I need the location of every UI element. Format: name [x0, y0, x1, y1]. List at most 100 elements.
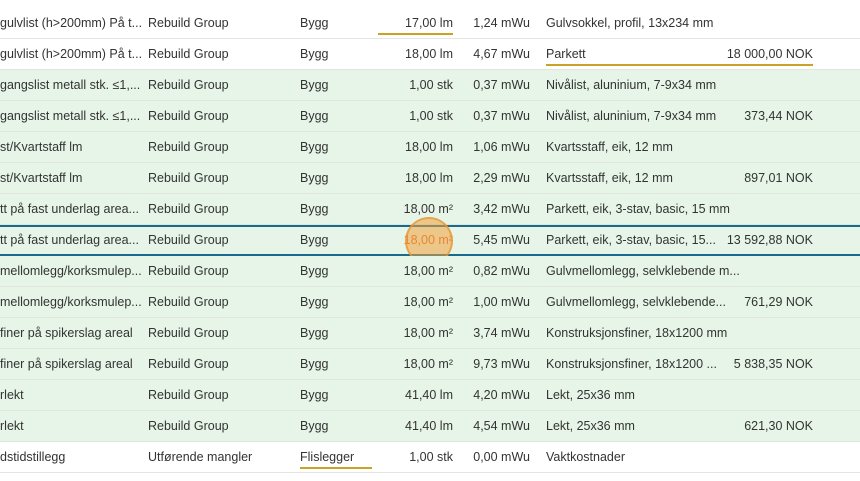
quantity-cell[interactable]: 18,00 lm	[378, 39, 453, 69]
trade-cell[interactable]: Bygg	[300, 8, 380, 38]
table-row[interactable]: dstidstillegg Utførende mangler Flislegger…	[0, 442, 860, 473]
trade-cell[interactable]: Bygg	[300, 163, 380, 193]
table-row[interactable]: gangslist metall stk. ≤1,... Rebuild Grou…	[0, 101, 860, 132]
mwu-cell[interactable]: 2,29 mWu	[458, 163, 530, 193]
supplier-cell[interactable]: Rebuild Group	[148, 70, 293, 100]
table-row-selected[interactable]: tt på fast underlag area... Rebuild Group…	[0, 217, 860, 265]
supplier-cell[interactable]: Rebuild Group	[148, 380, 293, 410]
quantity-cell[interactable]: 18,00 m²	[378, 287, 453, 317]
product-cell[interactable]: Nivålist, aluninium, 7-9x34 mm	[546, 70, 741, 100]
trade-cell[interactable]: Bygg	[300, 318, 380, 348]
price-cell[interactable]: 5 838,35 NOK	[715, 349, 813, 379]
mwu-cell[interactable]: 4,67 mWu	[458, 39, 530, 69]
price-cell[interactable]: 897,01 NOK	[715, 163, 813, 193]
trade-cell[interactable]: Bygg	[300, 101, 380, 131]
quantity-cell[interactable]: 18,00 lm	[378, 163, 453, 193]
product-cell[interactable]: Konstruksjonsfiner, 18x1200 ...	[546, 349, 741, 379]
trade-cell[interactable]: Bygg	[300, 287, 380, 317]
description-cell[interactable]: rlekt	[0, 380, 143, 410]
price-cell[interactable]	[715, 318, 813, 348]
supplier-cell[interactable]: Rebuild Group	[148, 411, 293, 441]
description-cell[interactable]: finer på spikerslag areal	[0, 318, 143, 348]
price-cell[interactable]	[715, 380, 813, 410]
supplier-cell[interactable]: Rebuild Group	[148, 256, 293, 286]
description-cell[interactable]: rlekt	[0, 411, 143, 441]
quantity-cell[interactable]: 41,40 lm	[378, 411, 453, 441]
description-cell[interactable]: gangslist metall stk. ≤1,...	[0, 101, 143, 131]
description-cell[interactable]: tt på fast underlag area...	[0, 227, 143, 254]
product-cell[interactable]: Kvartsstaff, eik, 12 mm	[546, 132, 741, 162]
product-cell[interactable]: Parkett, eik, 3-stav, basic, 15...	[546, 227, 741, 254]
price-cell[interactable]: 13 592,88 NOK	[715, 227, 813, 254]
mwu-cell[interactable]: 4,54 mWu	[458, 411, 530, 441]
mwu-cell[interactable]: 0,37 mWu	[458, 101, 530, 131]
quantity-cell[interactable]: 18,00 lm	[378, 132, 453, 162]
trade-cell[interactable]: Bygg	[300, 70, 380, 100]
supplier-cell[interactable]: Rebuild Group	[148, 39, 293, 69]
trade-cell[interactable]: Bygg	[300, 132, 380, 162]
table-row[interactable]: mellomlegg/korksmulep... Rebuild Group Byg…	[0, 256, 860, 287]
quantity-cell[interactable]: 18,00 m²	[378, 349, 453, 379]
product-cell[interactable]: Gulvsokkel, profil, 13x234 mm	[546, 8, 741, 38]
price-cell[interactable]	[715, 256, 813, 286]
description-cell[interactable]: st/Kvartstaff lm	[0, 163, 143, 193]
product-cell[interactable]: Konstruksjonsfiner, 18x1200 mm	[546, 318, 741, 348]
table-row[interactable]: st/Kvartstaff lm Rebuild Group Bygg 18,00 l…	[0, 163, 860, 194]
trade-cell[interactable]: Bygg	[300, 380, 380, 410]
price-cell[interactable]	[715, 132, 813, 162]
quantity-cell[interactable]: 18,00 m²	[378, 318, 453, 348]
table-row[interactable]: gulvlist (h>200mm) På t... Rebuild Group B…	[0, 39, 860, 70]
supplier-cell[interactable]: Rebuild Group	[148, 163, 293, 193]
description-cell[interactable]: finer på spikerslag areal	[0, 349, 143, 379]
supplier-cell[interactable]: Utførende mangler	[148, 442, 293, 472]
product-cell[interactable]: Gulvmellomlegg, selvklebende m...	[546, 256, 741, 286]
description-cell[interactable]: gulvlist (h>200mm) På t...	[0, 39, 143, 69]
supplier-cell[interactable]: Rebuild Group	[148, 287, 293, 317]
table-row[interactable]: finer på spikerslag areal Rebuild Group By…	[0, 318, 860, 349]
quantity-cell[interactable]: 1,00 stk	[378, 70, 453, 100]
table-row[interactable]: finer på spikerslag areal Rebuild Group By…	[0, 349, 860, 380]
table-row[interactable]: tt på fast underlag area... Rebuild Group…	[0, 194, 860, 225]
table-row[interactable]: st/Kvartstaff lm Rebuild Group Bygg 18,00 l…	[0, 132, 860, 163]
price-cell[interactable]: 373,44 NOK	[715, 101, 813, 131]
description-cell[interactable]: gulvlist (h>200mm) På t...	[0, 8, 143, 38]
table-row[interactable]: mellomlegg/korksmulep... Rebuild Group Byg…	[0, 287, 860, 318]
mwu-cell[interactable]: 3,74 mWu	[458, 318, 530, 348]
supplier-cell[interactable]: Rebuild Group	[148, 132, 293, 162]
quantity-cell[interactable]: 1,00 stk	[378, 442, 453, 472]
price-cell[interactable]: 621,30 NOK	[715, 411, 813, 441]
product-cell[interactable]: Vaktkostnader	[546, 442, 741, 472]
product-cell[interactable]: Lekt, 25x36 mm	[546, 411, 741, 441]
description-cell[interactable]: gangslist metall stk. ≤1,...	[0, 70, 143, 100]
price-cell[interactable]	[715, 442, 813, 472]
mwu-cell[interactable]: 3,42 mWu	[458, 194, 530, 224]
mwu-cell[interactable]: 4,20 mWu	[458, 380, 530, 410]
supplier-cell[interactable]: Rebuild Group	[148, 8, 293, 38]
trade-cell[interactable]: Bygg	[300, 411, 380, 441]
supplier-cell[interactable]: Rebuild Group	[148, 101, 293, 131]
product-cell[interactable]: Kvartsstaff, eik, 12 mm	[546, 163, 741, 193]
mwu-cell[interactable]: 1,06 mWu	[458, 132, 530, 162]
description-cell[interactable]: mellomlegg/korksmulep...	[0, 256, 143, 286]
quantity-cell[interactable]: 18,00 m²	[378, 256, 453, 286]
product-cell[interactable]: Nivålist, aluninium, 7-9x34 mm	[546, 101, 741, 131]
product-cell[interactable]: Gulvmellomlegg, selvklebende...	[546, 287, 741, 317]
quantity-cell[interactable]: 1,00 stk	[378, 101, 453, 131]
price-cell[interactable]: 761,29 NOK	[715, 287, 813, 317]
product-cell[interactable]: Lekt, 25x36 mm	[546, 380, 741, 410]
mwu-cell[interactable]: 9,73 mWu	[458, 349, 530, 379]
trade-cell[interactable]: Bygg	[300, 256, 380, 286]
quantity-cell[interactable]: 18,00 m²	[378, 194, 453, 224]
mwu-cell[interactable]: 1,24 mWu	[458, 8, 530, 38]
mwu-cell[interactable]: 0,82 mWu	[458, 256, 530, 286]
supplier-cell[interactable]: Rebuild Group	[148, 194, 293, 224]
description-cell[interactable]: tt på fast underlag area...	[0, 194, 143, 224]
mwu-cell[interactable]: 1,00 mWu	[458, 287, 530, 317]
price-cell[interactable]	[715, 8, 813, 38]
trade-cell[interactable]: Bygg	[300, 227, 380, 254]
description-cell[interactable]: st/Kvartstaff lm	[0, 132, 143, 162]
trade-cell[interactable]: Bygg	[300, 194, 380, 224]
mwu-cell[interactable]: 0,37 mWu	[458, 70, 530, 100]
price-cell[interactable]	[715, 70, 813, 100]
table-row[interactable]: gulvlist (h>200mm) På t... Rebuild Group B…	[0, 8, 860, 39]
